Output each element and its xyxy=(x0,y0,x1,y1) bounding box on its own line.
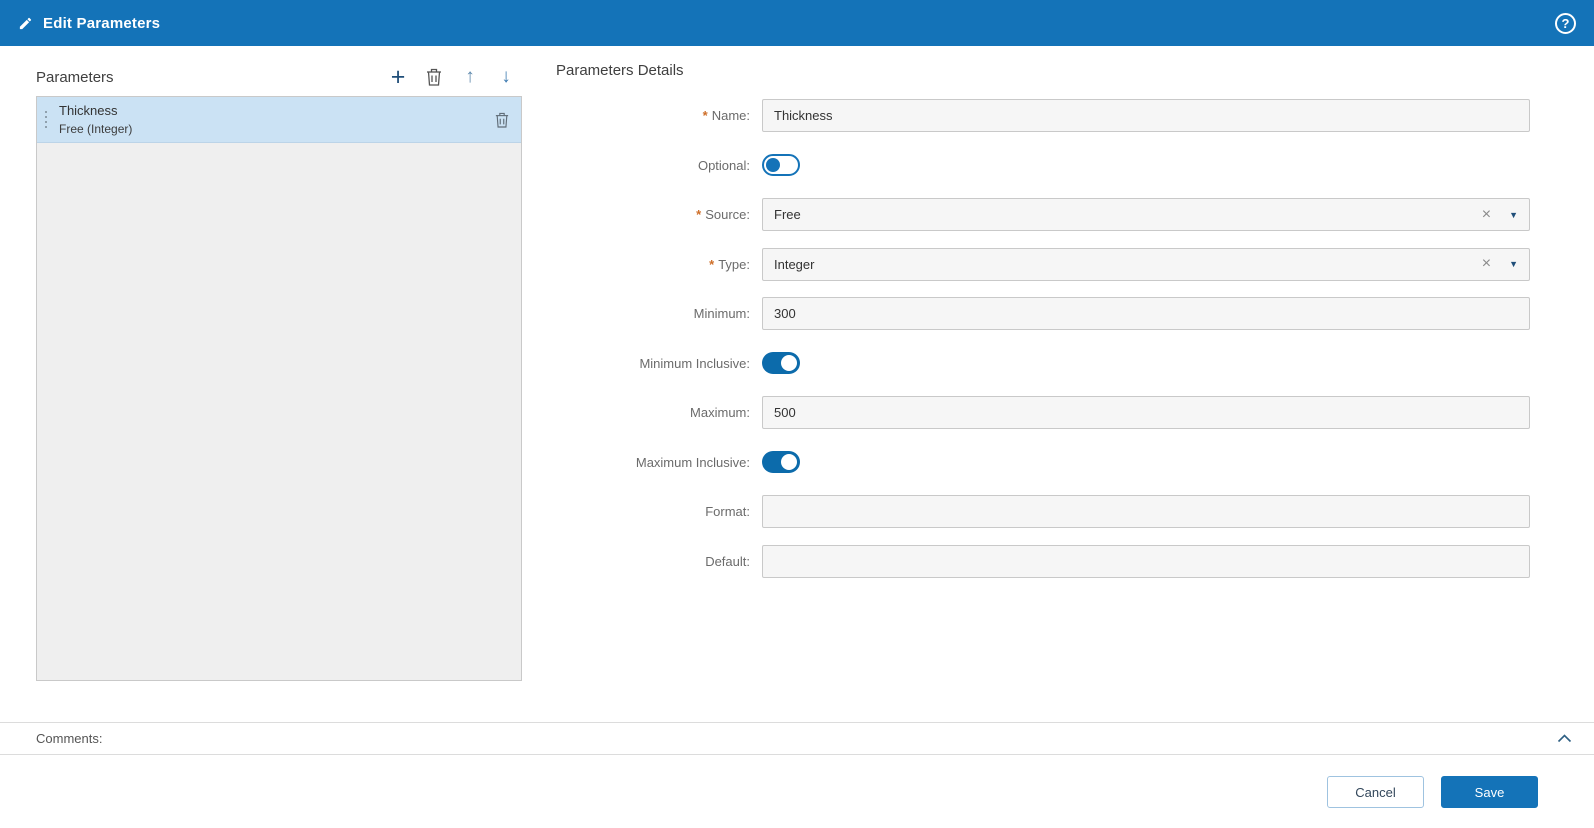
field-row-maximum-inclusive: Maximum Inclusive: xyxy=(556,446,1530,479)
maximum-label: Maximum: xyxy=(690,405,750,420)
field-row-maximum: Maximum: xyxy=(556,396,1530,429)
cancel-button[interactable]: Cancel xyxy=(1327,776,1424,808)
field-row-minimum-inclusive: Minimum Inclusive: xyxy=(556,347,1530,380)
maximum-input[interactable] xyxy=(762,396,1530,429)
minimum-input[interactable] xyxy=(762,297,1530,330)
optional-label: Optional: xyxy=(697,157,750,173)
type-label: Type: xyxy=(718,256,750,272)
field-row-source: * Source: Free × ▼ xyxy=(556,198,1530,231)
required-asterisk: * xyxy=(709,256,715,272)
parameters-details-panel: Parameters Details *Name: Optional: *Sou… xyxy=(556,62,1530,594)
maximum-inclusive-label: Maximum Inclusive: xyxy=(635,454,750,470)
field-row-optional: Optional: xyxy=(556,149,1530,182)
format-input[interactable] xyxy=(762,495,1530,528)
required-asterisk: * xyxy=(696,207,702,222)
comments-section: Comments: xyxy=(0,722,1594,755)
parameter-list-item-selected[interactable]: Thickness Free (Integer) xyxy=(37,97,521,143)
field-row-minimum: Minimum: xyxy=(556,297,1530,330)
move-up-icon[interactable]: ↑ xyxy=(460,66,480,88)
chevron-down-icon[interactable]: ▼ xyxy=(1509,259,1518,269)
minimum-inclusive-toggle[interactable] xyxy=(762,352,800,374)
parameters-toolbar: + ↑ ↓ xyxy=(388,65,522,90)
drag-handle-icon[interactable] xyxy=(41,111,51,128)
source-select[interactable]: Free × ▼ xyxy=(762,198,1530,231)
default-input[interactable] xyxy=(762,544,1530,578)
source-selected-value: Free xyxy=(774,207,801,222)
move-down-icon[interactable]: ↓ xyxy=(496,66,516,88)
save-button[interactable]: Save xyxy=(1441,776,1538,808)
comments-label: Comments: xyxy=(36,731,103,746)
parameters-list[interactable]: Thickness Free (Integer) xyxy=(36,96,522,681)
field-row-format: Format: xyxy=(556,495,1530,528)
field-row-default: Default: xyxy=(556,544,1530,578)
parameter-item-name: Thickness xyxy=(59,103,118,118)
delete-parameter-icon[interactable] xyxy=(424,66,444,88)
details-title: Parameters Details xyxy=(556,62,684,79)
minimum-inclusive-label: Minimum Inclusive: xyxy=(639,355,750,371)
clear-icon[interactable]: × xyxy=(1482,206,1491,223)
source-label: Source: xyxy=(705,207,750,222)
page-title: Edit Parameters xyxy=(43,14,161,32)
format-label: Format: xyxy=(705,504,750,519)
maximum-inclusive-toggle[interactable] xyxy=(762,451,800,473)
type-selected-value: Integer xyxy=(774,256,815,272)
field-row-type: * Type: Integer × ▼ xyxy=(556,247,1530,281)
add-parameter-icon[interactable]: + xyxy=(388,65,408,90)
field-row-name: * Name: xyxy=(556,99,1530,132)
parameters-panel-title: Parameters xyxy=(36,68,114,86)
parameter-item-subtitle: Free (Integer) xyxy=(59,122,133,136)
chevron-down-icon[interactable]: ▼ xyxy=(1509,210,1518,220)
name-input[interactable] xyxy=(762,99,1530,132)
clear-icon[interactable]: × xyxy=(1482,256,1491,272)
required-asterisk: * xyxy=(702,108,708,123)
edit-pencil-icon xyxy=(18,16,33,31)
parameters-panel: Parameters + ↑ ↓ Thickness Free (Integer… xyxy=(36,58,522,681)
title-bar: Edit Parameters ? xyxy=(0,0,1594,46)
optional-toggle[interactable] xyxy=(762,154,800,176)
footer-actions: Cancel Save xyxy=(0,756,1594,828)
chevron-up-icon[interactable] xyxy=(1557,734,1572,743)
name-label: Name: xyxy=(711,108,750,123)
minimum-label: Minimum: xyxy=(693,306,750,321)
help-icon[interactable]: ? xyxy=(1555,12,1576,34)
default-label: Default: xyxy=(705,553,750,569)
item-trash-icon[interactable] xyxy=(495,112,509,128)
type-select[interactable]: Integer × ▼ xyxy=(762,247,1530,281)
